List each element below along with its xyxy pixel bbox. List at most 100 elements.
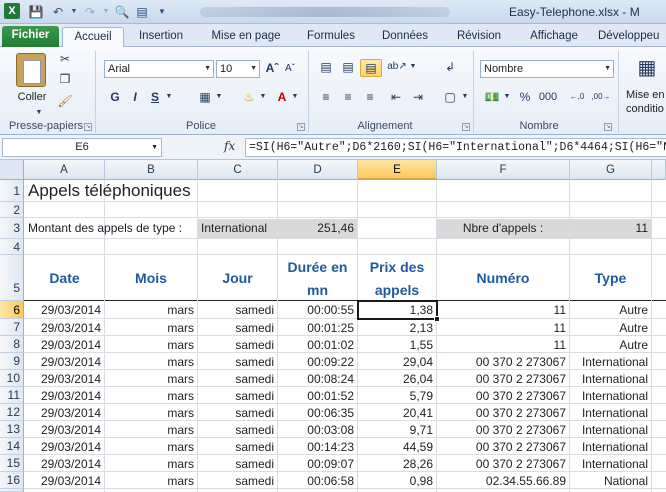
column-header-a[interactable]: A [24,160,105,180]
cell-duree[interactable]: 00:01:52 [278,388,357,404]
tab-mise-en-page[interactable]: Mise en page [204,27,288,47]
font-color-dropdown-icon[interactable]: ▼ [290,89,300,107]
count-value-cell[interactable]: 11 [570,219,651,238]
cell-prix[interactable]: 44,59 [358,439,436,455]
alignment-launcher-icon[interactable]: ↘ [462,123,470,131]
merge-center-icon[interactable]: ▢ [440,89,460,107]
header-date[interactable]: Date [25,256,104,300]
cell-jour[interactable]: samedi [198,371,277,387]
row-header-4[interactable]: 4 [0,239,24,255]
row-header-15[interactable]: 15 [0,455,24,472]
cell-mois[interactable]: mars [105,354,197,370]
amount-value-cell[interactable]: 251,46 [278,219,357,238]
name-box[interactable]: E6 ▼ [2,138,162,157]
cell-duree[interactable]: 00:09:22 [278,354,357,370]
copy-icon[interactable]: ❐ [56,71,74,89]
align-top-icon[interactable]: ▤ [316,59,336,77]
font-color-icon[interactable]: A [274,89,290,107]
form-icon[interactable]: ▤ [134,4,150,20]
cell-numero[interactable]: 00 370 2 273067 [437,354,569,370]
cell-numero[interactable]: 00 370 2 273067 [437,456,569,472]
cell-mois[interactable]: mars [105,456,197,472]
cell-date[interactable]: 29/03/2014 [25,354,104,370]
cell-prix[interactable]: 5,79 [358,388,436,404]
header-type[interactable]: Type [570,256,651,300]
bold-button[interactable]: G [106,89,124,107]
cell-type[interactable]: National [570,473,651,489]
cell-duree[interactable]: 00:09:07 [278,456,357,472]
conditional-formatting-icon[interactable]: ▦ [632,53,662,83]
cell-duree[interactable]: 00:03:08 [278,422,357,438]
underline-dropdown-icon[interactable]: ▼ [164,89,174,107]
row-header-6[interactable]: 6 [0,301,24,319]
cell-mois[interactable]: mars [105,302,197,318]
font-name-combo[interactable]: Arial ▼ [104,60,214,78]
column-header-f[interactable]: F [437,160,570,180]
cell-prix[interactable]: 28,26 [358,456,436,472]
cell-type[interactable]: International [570,456,651,472]
cell-prix[interactable]: 0,98 [358,473,436,489]
cell-jour[interactable]: samedi [198,302,277,318]
increase-indent-icon[interactable]: ⇥ [408,89,428,107]
cell-duree[interactable]: 00:06:58 [278,473,357,489]
cell-numero[interactable]: 00 370 2 273067 [437,422,569,438]
redo-icon[interactable]: ↷ [82,4,98,20]
tab-affichage[interactable]: Affichage [522,27,586,47]
cell-type[interactable]: International [570,405,651,421]
percent-icon[interactable]: % [516,89,534,107]
cell-duree[interactable]: 00:01:02 [278,337,357,353]
cut-icon[interactable]: ✂ [56,51,74,69]
increase-decimal-icon[interactable]: ←,0 [566,89,588,107]
cell-date[interactable]: 29/03/2014 [25,337,104,353]
cell-duree[interactable]: 00:08:24 [278,371,357,387]
print-preview-icon[interactable]: 🔍 [114,4,130,20]
cell-date[interactable]: 29/03/2014 [25,473,104,489]
font-size-combo[interactable]: 10 ▼ [216,60,260,78]
row-header-7[interactable]: 7 [0,319,24,336]
cell-mois[interactable]: mars [105,473,197,489]
cell-prix[interactable]: 20,41 [358,405,436,421]
cell-numero[interactable]: 00 370 2 273067 [437,388,569,404]
row-header-11[interactable]: 11 [0,387,24,404]
tab-accueil[interactable]: Accueil [62,27,124,48]
cell-type[interactable]: International [570,354,651,370]
cell-jour[interactable]: samedi [198,405,277,421]
cell-prix[interactable]: 29,04 [358,354,436,370]
row-header-1[interactable]: 1 [0,180,24,202]
cell-prix[interactable]: 26,04 [358,371,436,387]
formula-input[interactable]: =SI(H6="Autre";D6*2160;SI(H6="Internatio… [245,138,666,157]
row-header-13[interactable]: 13 [0,421,24,438]
align-middle-icon[interactable]: ▤ [338,59,358,77]
column-header-d[interactable]: D [278,160,358,180]
row-header-2[interactable]: 2 [0,202,24,218]
amount-type-cell[interactable]: International [198,219,277,238]
cell-jour[interactable]: samedi [198,388,277,404]
row-header-8[interactable]: 8 [0,336,24,353]
align-center-icon[interactable]: ≡ [338,89,358,107]
borders-icon[interactable]: ▦ [196,89,214,107]
currency-dropdown-icon[interactable]: ▼ [502,89,512,107]
cell-mois[interactable]: mars [105,320,197,336]
number-format-combo[interactable]: Nombre ▼ [480,60,614,78]
conditional-formatting-label-2[interactable]: conditio [626,101,666,117]
paste-icon[interactable] [16,53,46,87]
cell-jour[interactable]: samedi [198,439,277,455]
fill-color-dropdown-icon[interactable]: ▼ [258,89,268,107]
cell-jour[interactable]: samedi [198,320,277,336]
cell-date[interactable]: 29/03/2014 [25,422,104,438]
cell-duree[interactable]: 00:14:23 [278,439,357,455]
thousands-separator-icon[interactable]: 000 [536,89,560,107]
cell-mois[interactable]: mars [105,439,197,455]
row-header-3[interactable]: 3 [0,218,24,239]
number-launcher-icon[interactable]: ↘ [604,123,612,131]
cell-mois[interactable]: mars [105,371,197,387]
orientation-icon[interactable]: ab↗ [386,59,408,77]
cell-jour[interactable]: samedi [198,354,277,370]
fill-handle[interactable] [434,316,440,322]
count-label[interactable]: Nbre d'appels : [437,219,569,238]
cell-date[interactable]: 29/03/2014 [25,388,104,404]
italic-button[interactable]: I [126,89,144,107]
shrink-font-icon[interactable]: Aˇ [282,61,298,79]
fill-color-icon[interactable]: ♨ [240,89,258,107]
cell-prix[interactable]: 9,71 [358,422,436,438]
